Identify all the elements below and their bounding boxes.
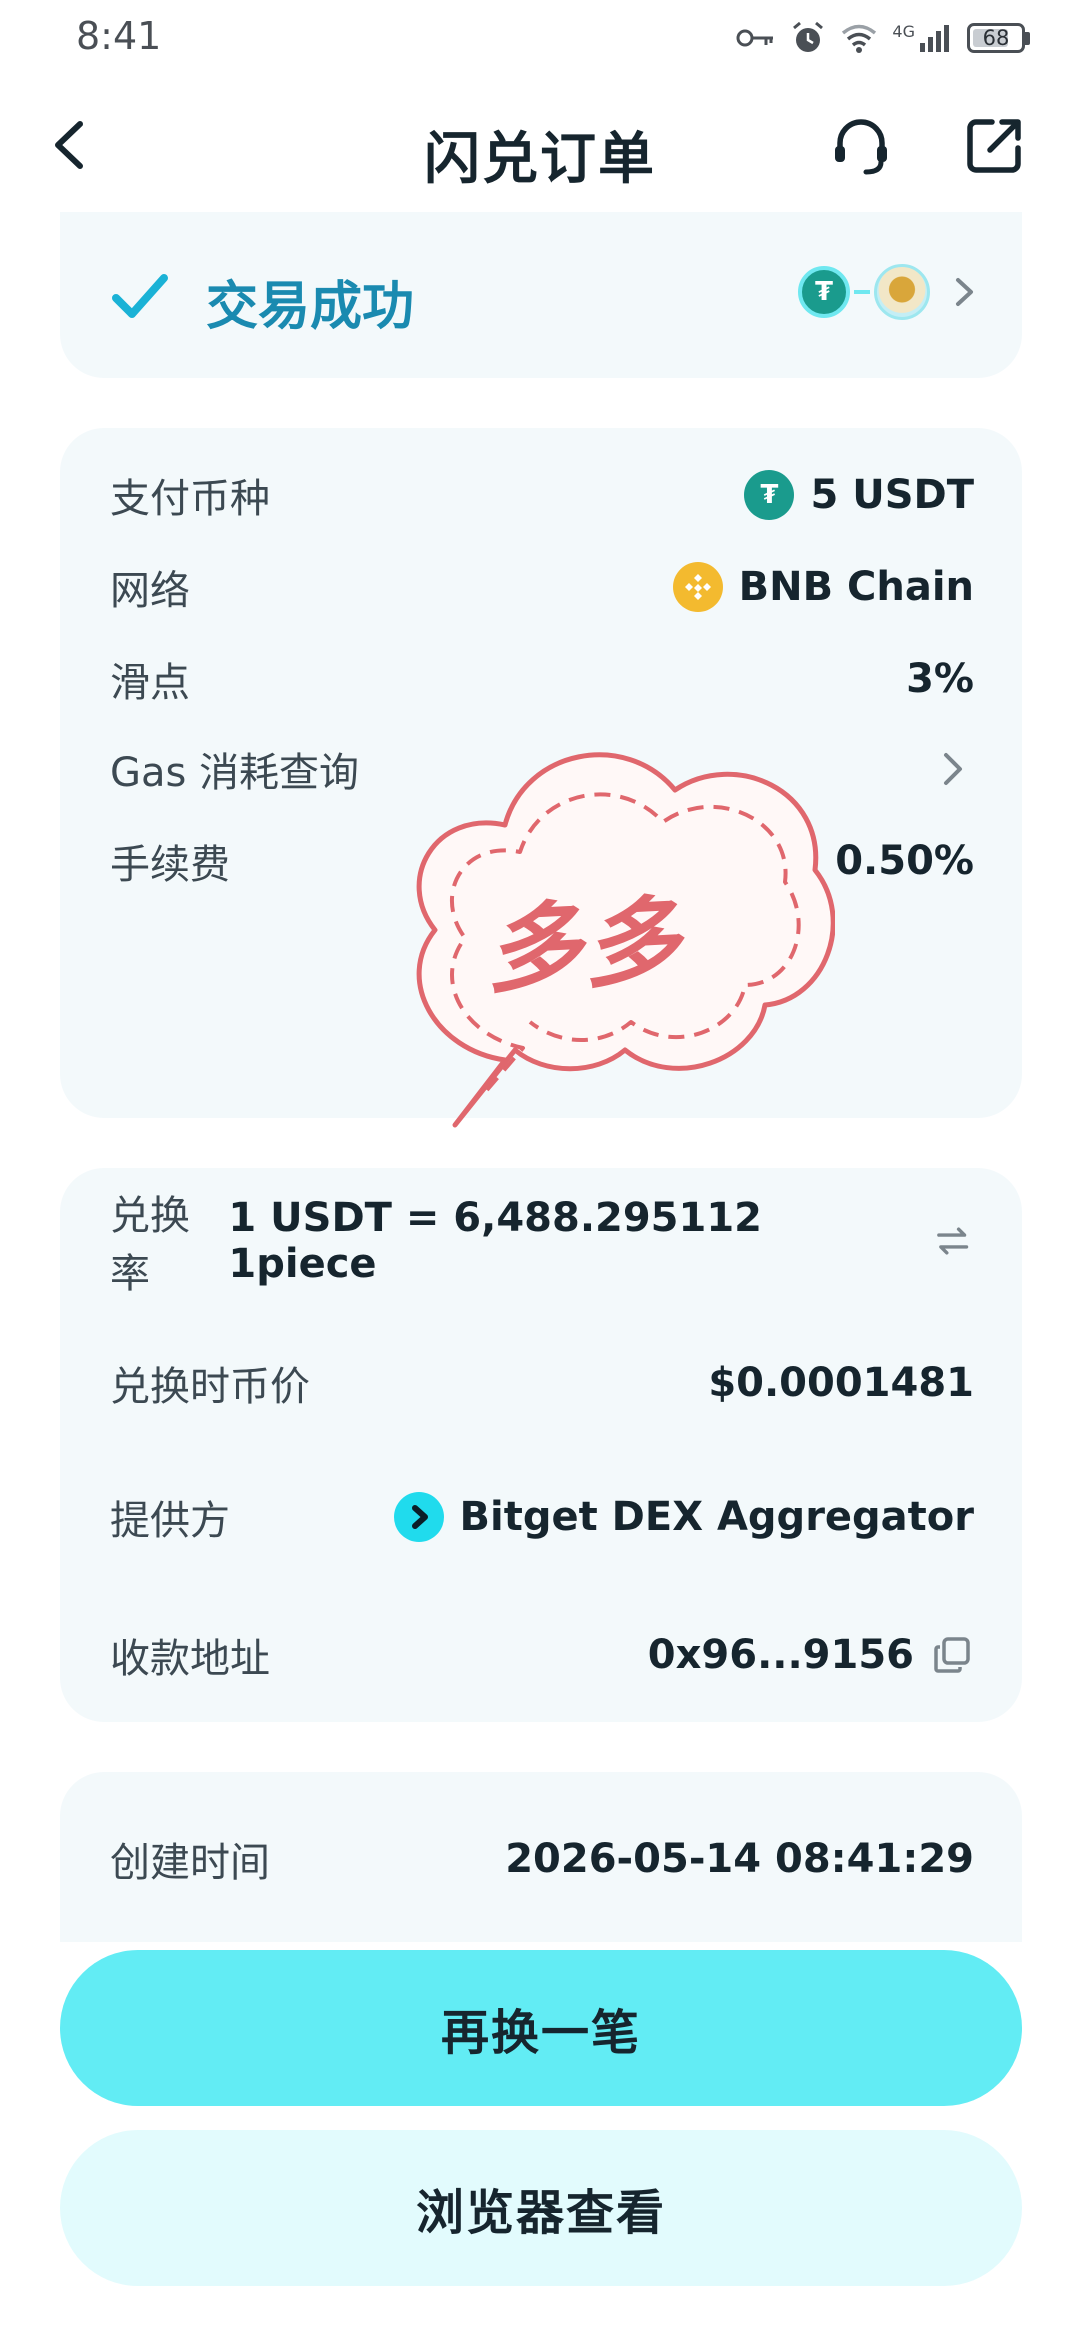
row-value: 1 USDT = 6,488.295112 1piece [228,1195,763,1287]
row-label: 收款地址 [110,1636,270,1682]
bnb-icon [672,562,723,612]
transaction-status-card: 交易成功 ₮ [60,212,1022,378]
row-value: 2026-05-14 08:41:29 [505,1836,974,1882]
row-price-at-swap: 兑换时币价 $0.0001481 [110,1348,974,1418]
row-label: 兑换率 [110,1193,190,1297]
row-value: 3% [906,656,974,702]
wifi-icon [842,24,877,53]
row-value: Bitget DEX Aggregator [459,1494,974,1540]
row-value: BNB Chain [738,564,974,610]
row-label: 提供方 [110,1498,230,1544]
row-network: 网络 BNB Chain [110,552,974,622]
header: 闪兑订单 [0,80,1080,210]
key-icon [736,29,774,47]
row-label: 手续费 [110,842,230,888]
row-pay-currency: 支付币种 ₮ 5 USDT [110,460,974,530]
status-time: 8:41 [76,14,162,58]
row-value: 0.50% [835,838,974,884]
usdt-icon: ₮ [744,470,795,520]
chevron-right-icon [956,278,973,306]
chevron-right-icon [944,753,962,785]
copy-icon[interactable] [930,1633,974,1677]
time-card: 创建时间 2026-05-14 08:41:29 [60,1772,1022,1942]
row-value: 5 USDT [810,472,974,518]
row-label: 网络 [110,568,190,614]
row-value: $0.0001481 [708,1360,974,1406]
headset-support-icon[interactable] [826,110,896,180]
pair-divider [854,290,870,294]
token-pair[interactable]: ₮ [798,264,984,320]
check-icon [112,274,168,318]
view-in-explorer-button[interactable]: 浏览器查看 [60,2130,1022,2286]
sticker-text: 多多 [482,884,685,1008]
status-icons: 4G 68 [736,18,1030,58]
battery-icon: 68 [967,23,1025,53]
usdt-icon: ₮ [798,266,850,318]
bitget-icon [393,1492,444,1542]
row-label: 创建时间 [110,1840,270,1886]
page-title: 闪兑订单 [424,127,656,192]
row-value: 0x96...9156 [647,1632,914,1678]
status-bar: 8:41 4G 68 [0,0,1080,76]
swap-again-button[interactable]: 再换一笔 [60,1950,1022,2106]
row-slippage: 滑点 3% [110,644,974,714]
1piece-token-icon [874,264,930,320]
row-label: 支付币种 [110,476,270,522]
signal-icon [920,25,949,52]
row-provider: 提供方 Bitget DEX Aggregator [110,1482,974,1552]
alarm-icon [793,21,824,52]
row-exchange-rate: 兑换率 1 USDT = 6,488.295112 1piece [110,1193,974,1297]
row-label: 兑换时币价 [110,1364,310,1410]
row-receive-address: 收款地址 0x96...9156 [110,1620,974,1690]
row-label: Gas 消耗查询 [110,750,360,796]
row-created-time: 创建时间 2026-05-14 08:41:29 [110,1824,974,1894]
share-export-icon[interactable] [960,110,1030,180]
row-label: 滑点 [110,660,190,706]
status-text: 交易成功 [206,277,415,337]
exchange-details-card: 兑换率 1 USDT = 6,488.295112 1piece 兑换时币价 $… [60,1168,1022,1722]
battery-level: 68 [982,26,1010,50]
network-type: 4G [892,21,915,41]
swap-icon[interactable] [931,1219,974,1263]
